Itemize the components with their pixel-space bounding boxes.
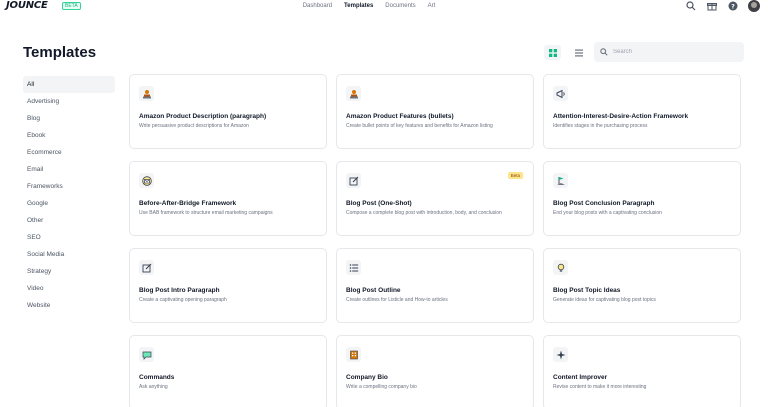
- sidebar-item-seo[interactable]: SEO: [23, 229, 115, 246]
- card-title: Blog Post (One-Shot): [346, 200, 412, 207]
- template-card-aida-framework[interactable]: Attention-Interest-Desire-Action Framewo…: [543, 74, 741, 149]
- card-description: Use BAB framework to structure email mar…: [139, 210, 273, 216]
- box-person-icon: [139, 86, 154, 101]
- page-title: Templates: [23, 44, 97, 61]
- sidebar-item-ebook[interactable]: Ebook: [23, 127, 115, 144]
- card-title: Blog Post Outline: [346, 287, 401, 294]
- card-title: Content Improver: [553, 374, 608, 381]
- search-icon[interactable]: [685, 1, 696, 12]
- nav-documents[interactable]: Documents: [385, 3, 415, 9]
- template-card-content-improver[interactable]: Content Improver Revise content to make …: [543, 335, 741, 407]
- card-title: Commands: [139, 374, 175, 381]
- pencil-square-icon: [139, 260, 154, 275]
- template-card-before-after-bridge[interactable]: Before-After-Bridge Framework Use BAB fr…: [129, 161, 327, 236]
- chat-bubble-icon: [139, 347, 154, 362]
- list-view-toggle[interactable]: [570, 45, 587, 60]
- template-card-blog-post-topic-ideas[interactable]: Blog Post Topic Ideas Generate ideas for…: [543, 248, 741, 323]
- card-title: Amazon Product Description (paragraph): [139, 113, 267, 120]
- help-icon[interactable]: ?: [727, 1, 738, 12]
- search-icon: [600, 48, 608, 56]
- user-avatar[interactable]: [748, 0, 760, 12]
- card-title: Amazon Product Features (bullets): [346, 113, 454, 120]
- template-card-company-bio[interactable]: Company Bio Write a compelling company b…: [336, 335, 534, 407]
- template-card-blog-post-one-shot[interactable]: Beta Blog Post (One-Shot) Compose a comp…: [336, 161, 534, 236]
- envelope-icon: [139, 173, 154, 188]
- category-sidebar: All Advertising Blog Ebook Ecommerce Ema…: [23, 76, 115, 314]
- sidebar-item-social-media[interactable]: Social Media: [23, 246, 115, 263]
- list-icon: [346, 260, 361, 275]
- card-description: Create outlines for Listicle and How-to …: [346, 297, 448, 303]
- sidebar-item-frameworks[interactable]: Frameworks: [23, 178, 115, 195]
- card-description: Create a captivating opening paragraph: [139, 297, 227, 303]
- sidebar-item-email[interactable]: Email: [23, 161, 115, 178]
- sidebar-item-video[interactable]: Video: [23, 280, 115, 297]
- card-title: Blog Post Intro Paragraph: [139, 287, 220, 294]
- sidebar-item-blog[interactable]: Blog: [23, 110, 115, 127]
- card-description: Write a compelling company bio: [346, 384, 417, 390]
- grid-view-toggle[interactable]: [544, 45, 561, 60]
- main-nav: Dashboard Templates Documents Art: [0, 3, 768, 9]
- template-card-amazon-product-description[interactable]: Amazon Product Description (paragraph) W…: [129, 74, 327, 149]
- sidebar-item-website[interactable]: Website: [23, 297, 115, 314]
- sidebar-item-ecommerce[interactable]: Ecommerce: [23, 144, 115, 161]
- search-input[interactable]: [613, 49, 733, 55]
- card-description: Create bullet points of key features and…: [346, 123, 493, 129]
- megaphone-icon: [553, 86, 568, 101]
- card-description: End your blog posts with a captivating c…: [553, 210, 662, 216]
- card-description: Generate ideas for captivating blog post…: [553, 297, 656, 303]
- sidebar-item-google[interactable]: Google: [23, 195, 115, 212]
- nav-templates[interactable]: Templates: [344, 3, 373, 9]
- sidebar-item-all[interactable]: All: [23, 76, 115, 93]
- flag-icon: [553, 173, 568, 188]
- nav-art[interactable]: Art: [428, 3, 436, 9]
- sidebar-item-strategy[interactable]: Strategy: [23, 263, 115, 280]
- beta-badge: Beta: [507, 172, 523, 179]
- card-description: Revise content to make it more interesti…: [553, 384, 647, 390]
- card-description: Identifies stages in the purchasing proc…: [553, 123, 648, 129]
- top-actions: ?: [685, 0, 760, 12]
- building-icon: [346, 347, 361, 362]
- card-title: Blog Post Topic Ideas: [553, 287, 621, 294]
- template-card-blog-post-outline[interactable]: Blog Post Outline Create outlines for Li…: [336, 248, 534, 323]
- template-card-amazon-product-features[interactable]: Amazon Product Features (bullets) Create…: [336, 74, 534, 149]
- gift-icon[interactable]: [706, 1, 717, 12]
- sidebar-item-advertising[interactable]: Advertising: [23, 93, 115, 110]
- template-card-commands[interactable]: Commands Ask anything: [129, 335, 327, 407]
- card-title: Attention-Interest-Desire-Action Framewo…: [553, 113, 689, 120]
- card-description: Ask anything: [139, 384, 168, 390]
- pencil-square-icon: [346, 173, 361, 188]
- grid-icon: [548, 48, 557, 57]
- card-title: Blog Post Conclusion Paragraph: [553, 200, 655, 207]
- top-bar: JOUNCE BETA Dashboard Templates Document…: [0, 0, 768, 14]
- lightbulb-icon: [553, 260, 568, 275]
- nav-dashboard[interactable]: Dashboard: [303, 3, 332, 9]
- card-title: Company Bio: [346, 374, 388, 381]
- svg-text:?: ?: [731, 3, 735, 11]
- card-description: Write persuasive product descriptions fo…: [139, 123, 249, 129]
- sparkle-tool-icon: [553, 347, 568, 362]
- card-description: Compose a complete blog post with introd…: [346, 210, 502, 216]
- search-box[interactable]: [594, 42, 744, 62]
- list-icon: [574, 49, 583, 56]
- template-card-blog-post-conclusion[interactable]: Blog Post Conclusion Paragraph End your …: [543, 161, 741, 236]
- box-person-icon: [346, 86, 361, 101]
- card-title: Before-After-Bridge Framework: [139, 200, 237, 207]
- sidebar-item-other[interactable]: Other: [23, 212, 115, 229]
- template-card-blog-post-intro[interactable]: Blog Post Intro Paragraph Create a capti…: [129, 248, 327, 323]
